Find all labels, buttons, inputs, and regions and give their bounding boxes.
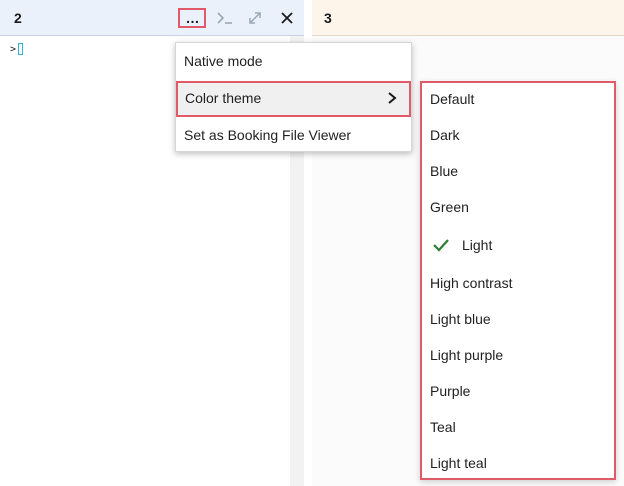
pane-2-title: 2 <box>14 10 22 26</box>
expand-icon <box>249 12 261 24</box>
terminal-prompt: > <box>10 44 17 55</box>
theme-label: Blue <box>430 163 459 179</box>
theme-label: Default <box>430 91 475 107</box>
console-icon <box>217 12 232 24</box>
options-menu: Native mode Color theme Set as Booking F… <box>175 42 412 152</box>
theme-label: Light blue <box>430 311 491 327</box>
theme-purple[interactable]: Purple <box>422 375 614 411</box>
pane-3-header: 3 <box>312 0 624 36</box>
color-theme-submenu: Default Dark Blue Green Light High contr… <box>420 81 616 480</box>
theme-dark[interactable]: Dark <box>422 119 614 155</box>
theme-blue[interactable]: Blue <box>422 155 614 191</box>
theme-teal[interactable]: Teal <box>422 411 614 447</box>
close-button[interactable] <box>274 8 300 28</box>
theme-label: High contrast <box>430 275 513 291</box>
theme-label: Light <box>462 237 493 253</box>
more-options-label: … <box>185 10 200 26</box>
expand-button[interactable] <box>242 8 268 28</box>
terminal-cursor <box>18 43 23 55</box>
menu-item-label: Color theme <box>185 90 262 106</box>
menu-item-color-theme[interactable]: Color theme <box>176 81 411 117</box>
check-icon <box>433 239 449 252</box>
menu-item-label: Native mode <box>184 53 263 69</box>
theme-label: Purple <box>430 383 471 399</box>
theme-label: Light purple <box>430 347 504 363</box>
pane-3-title: 3 <box>324 10 332 26</box>
close-icon <box>281 12 293 24</box>
theme-light[interactable]: Light <box>422 229 614 265</box>
theme-light-teal[interactable]: Light teal <box>422 447 614 483</box>
theme-label: Green <box>430 199 469 215</box>
more-options-button[interactable]: … <box>178 8 206 28</box>
theme-high-contrast[interactable]: High contrast <box>422 267 614 303</box>
theme-light-blue[interactable]: Light blue <box>422 303 614 339</box>
theme-label: Teal <box>430 419 456 435</box>
theme-label: Dark <box>430 127 460 143</box>
theme-green[interactable]: Green <box>422 191 614 227</box>
console-button[interactable] <box>212 8 238 28</box>
theme-label: Light teal <box>430 455 487 471</box>
menu-item-label: Set as Booking File Viewer <box>184 127 352 143</box>
pane-2-header: 2 … <box>0 0 304 36</box>
theme-default[interactable]: Default <box>422 83 614 119</box>
menu-item-native-mode[interactable]: Native mode <box>176 43 411 79</box>
theme-light-purple[interactable]: Light purple <box>422 339 614 375</box>
menu-item-set-booking-viewer[interactable]: Set as Booking File Viewer <box>176 117 411 153</box>
chevron-right-icon <box>388 92 397 104</box>
